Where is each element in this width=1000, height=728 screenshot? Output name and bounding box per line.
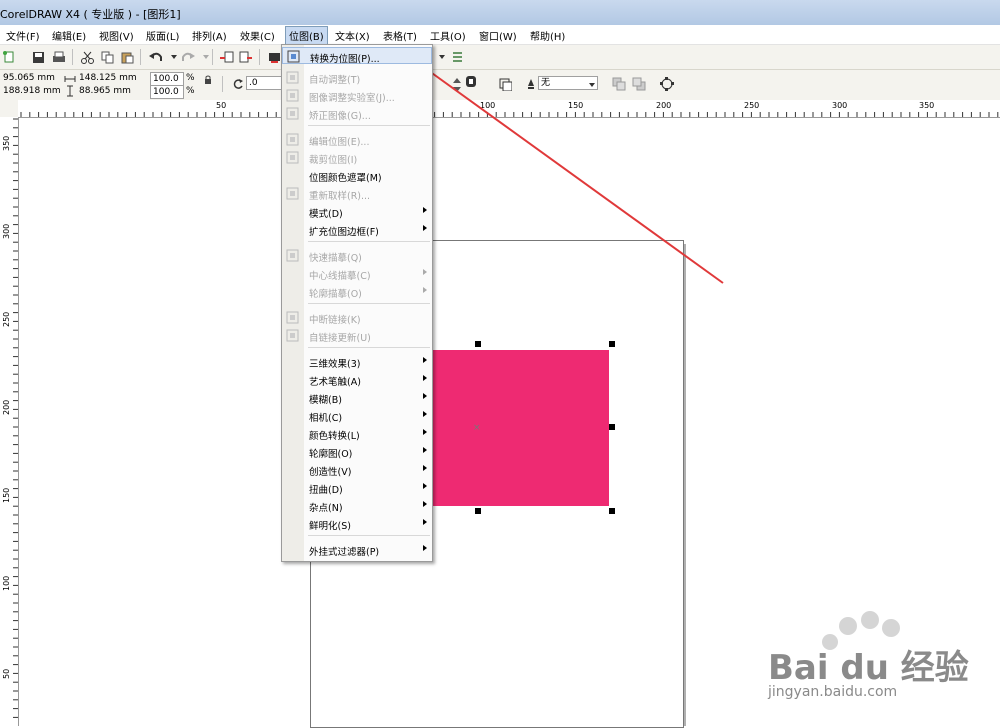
bitmap-menu-item-label: 轮廓描摹(O): [309, 289, 362, 300]
watermark-brand: Bai du 经验: [768, 648, 969, 688]
bitmap-menu-item-label: 中断链接(K): [309, 315, 361, 326]
bitmap-menu-item-label: 转换为位图(P)...: [310, 54, 380, 65]
resample-icon: [286, 187, 299, 200]
bitmap-menu-item[interactable]: 轮廓图(O): [282, 443, 432, 460]
bitmap-menu-item-label: 三维效果(3): [309, 359, 361, 370]
bitmap-menu-item: 自链接更新(U): [282, 327, 432, 344]
menu-separator: [308, 125, 430, 126]
bitmap-menu-item[interactable]: 三维效果(3): [282, 353, 432, 370]
bitmap-menu-item-label: 重新取样(R)...: [309, 191, 371, 202]
submenu-arrow-icon: [423, 519, 427, 525]
bitmap-menu-item: 编辑位图(E)...: [282, 131, 432, 148]
watermark-url: jingyan.baidu.com: [768, 684, 898, 700]
submenu-arrow-icon: [423, 287, 427, 293]
bitmap-menu-item-label: 快速描摹(Q): [309, 253, 362, 264]
bitmap-menu-item[interactable]: 外挂式过滤器(P): [282, 541, 432, 558]
submenu-arrow-icon: [423, 357, 427, 363]
menu-separator: [308, 303, 430, 304]
submenu-arrow-icon: [423, 465, 427, 471]
bitmap-menu-item-label: 模式(D): [309, 209, 343, 220]
bitmap-menu-item-label: 裁剪位图(I): [309, 155, 358, 166]
menu-separator: [308, 347, 430, 348]
submenu-arrow-icon: [423, 429, 427, 435]
bitmap-menu-item: 矫正图像(G)...: [282, 105, 432, 122]
bitmap-menu-item-label: 鲜明化(S): [309, 521, 351, 532]
bitmap-menu-item: 裁剪位图(I): [282, 149, 432, 166]
submenu-arrow-icon: [423, 207, 427, 213]
submenu-arrow-icon: [423, 225, 427, 231]
submenu-arrow-icon: [423, 501, 427, 507]
bitmap-menu-item[interactable]: 扩充位图边框(F): [282, 221, 432, 238]
bitmap-menu-item-label: 扩充位图边框(F): [309, 227, 379, 238]
submenu-arrow-icon: [423, 483, 427, 489]
quick-trace-icon: [286, 249, 299, 262]
bitmap-menu-item-label: 扭曲(D): [309, 485, 343, 496]
crop-bitmap-icon: [286, 151, 299, 164]
bitmap-menu-item[interactable]: 转换为位图(P)...: [282, 47, 432, 65]
bitmap-menu-item[interactable]: 创造性(V): [282, 461, 432, 478]
straighten-icon: [286, 107, 299, 120]
submenu-arrow-icon: [423, 411, 427, 417]
bitmap-menu-item-label: 矫正图像(G)...: [309, 111, 371, 122]
bitmap-menu-item: 中心线描摹(C): [282, 265, 432, 282]
bitmap-menu-item-label: 艺术笔触(A): [309, 377, 361, 388]
edit-bitmap-icon: [286, 133, 299, 146]
submenu-arrow-icon: [423, 447, 427, 453]
bitmaps-menu: 转换为位图(P)... 自动调整(T) 图像调整实验室(J)... 矫正图像(G)..…: [281, 44, 433, 562]
bitmap-menu-item-label: 模糊(B): [309, 395, 342, 406]
bitmap-menu-item-label: 位图颜色遮罩(M): [309, 173, 382, 184]
bitmap-menu-item-label: 外挂式过滤器(P): [309, 547, 380, 558]
bitmap-menu-item[interactable]: 艺术笔触(A): [282, 371, 432, 388]
auto-adjust-icon: [286, 71, 299, 84]
bitmap-menu-item: 中断链接(K): [282, 309, 432, 326]
bitmap-menu-item[interactable]: 模糊(B): [282, 389, 432, 406]
link-update-icon: [286, 329, 299, 342]
menu-separator: [308, 535, 430, 536]
bitmap-menu-item-label: 图像调整实验室(J)...: [309, 93, 395, 104]
submenu-arrow-icon: [423, 545, 427, 551]
bitmap-menu-item-label: 杂点(N): [309, 503, 343, 514]
break-link-icon: [286, 311, 299, 324]
bitmap-menu-item-label: 相机(C): [309, 413, 343, 424]
bitmap-menu-item-label: 自链接更新(U): [309, 333, 371, 344]
bitmap-menu-item[interactable]: 相机(C): [282, 407, 432, 424]
bitmap-menu-item-label: 自动调整(T): [309, 75, 361, 86]
bitmap-menu-item-label: 编辑位图(E)...: [309, 137, 370, 148]
bitmap-menu-item: 快速描摹(Q): [282, 247, 432, 264]
bitmap-menu-item[interactable]: 模式(D): [282, 203, 432, 220]
bitmap-menu-item: 自动调整(T): [282, 69, 432, 86]
bitmap-menu-item[interactable]: 鲜明化(S): [282, 515, 432, 532]
convert-bitmap-icon: [287, 50, 300, 63]
submenu-arrow-icon: [423, 375, 427, 381]
bitmap-menu-item[interactable]: 颜色转换(L): [282, 425, 432, 442]
bitmap-menu-item: 图像调整实验室(J)...: [282, 87, 432, 104]
bitmap-menu-item[interactable]: 杂点(N): [282, 497, 432, 514]
bitmap-menu-item-label: 轮廓图(O): [309, 449, 353, 460]
bitmap-menu-item-label: 中心线描摹(C): [309, 271, 371, 282]
bitmap-menu-item[interactable]: 位图颜色遮罩(M): [282, 167, 432, 184]
bitmap-menu-item: 轮廓描摹(O): [282, 283, 432, 300]
menu-separator: [308, 241, 430, 242]
bitmap-menu-item[interactable]: 扭曲(D): [282, 479, 432, 496]
bitmap-menu-item-label: 创造性(V): [309, 467, 352, 478]
submenu-arrow-icon: [423, 269, 427, 275]
bitmap-menu-item: 重新取样(R)...: [282, 185, 432, 202]
submenu-arrow-icon: [423, 393, 427, 399]
bitmap-menu-item-label: 颜色转换(L): [309, 431, 360, 442]
image-lab-icon: [286, 89, 299, 102]
